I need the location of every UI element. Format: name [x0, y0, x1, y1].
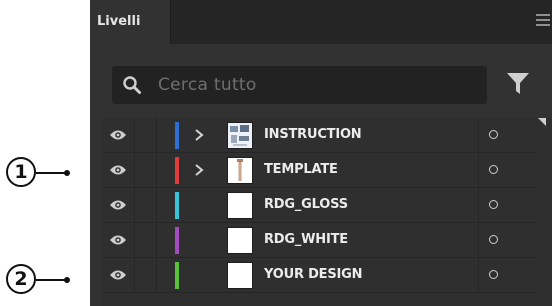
target-circle-icon[interactable] — [489, 200, 498, 209]
eye-icon — [110, 130, 126, 140]
visibility-toggle[interactable] — [102, 118, 134, 152]
chevron-right-icon[interactable] — [194, 163, 204, 177]
callout-1: 1 — [0, 156, 90, 190]
layer-name: YOUR DESIGN — [264, 267, 363, 282]
callout-2: 2 — [0, 263, 90, 297]
layer-color-bar — [175, 262, 179, 289]
layer-row[interactable]: RDG_WHITE — [102, 223, 538, 258]
target-circle-icon[interactable] — [489, 130, 498, 139]
layer-row[interactable]: RDG_GLOSS — [102, 188, 538, 223]
hamburger-menu-icon[interactable] — [536, 14, 550, 26]
panel-corner-indicator — [538, 118, 546, 126]
layer-list: INSTRUCTION TEMPLATE RDG_GLOSS RDG_WHITE… — [102, 118, 552, 306]
layer-name: INSTRUCTION — [264, 127, 362, 142]
layer-name: TEMPLATE — [264, 162, 338, 177]
visibility-toggle[interactable] — [102, 258, 134, 292]
visibility-toggle[interactable] — [102, 223, 134, 257]
layer-thumbnail — [227, 262, 253, 289]
search-input[interactable]: Cerca tutto — [112, 66, 487, 104]
tab-divider — [170, 0, 171, 44]
target-circle-icon[interactable] — [489, 235, 498, 244]
layer-color-bar — [175, 227, 179, 254]
callout-number-badge: 2 — [6, 264, 36, 294]
visibility-toggle[interactable] — [102, 188, 134, 222]
layer-thumbnail — [227, 192, 253, 219]
eye-icon — [110, 235, 126, 245]
layer-color-bar — [175, 157, 179, 184]
callout-number-badge: 1 — [6, 157, 36, 187]
tab-label: Livelli — [97, 14, 141, 29]
layer-thumbnail — [227, 157, 253, 184]
panel-tab-bar: Livelli — [90, 0, 552, 44]
layer-name: RDG_GLOSS — [264, 197, 348, 212]
layer-row[interactable]: YOUR DESIGN — [102, 258, 538, 293]
eye-icon — [110, 200, 126, 210]
chevron-right-icon[interactable] — [194, 128, 204, 142]
filter-icon[interactable] — [507, 72, 529, 96]
layer-color-bar — [175, 192, 179, 219]
search-placeholder: Cerca tutto — [158, 75, 257, 95]
visibility-toggle[interactable] — [102, 153, 134, 187]
layer-color-bar — [175, 122, 179, 149]
eye-icon — [110, 165, 126, 175]
layer-thumbnail — [227, 122, 253, 149]
layer-thumbnail — [227, 227, 253, 254]
target-circle-icon[interactable] — [489, 165, 498, 174]
eye-icon — [110, 270, 126, 280]
layer-row[interactable]: INSTRUCTION — [102, 118, 538, 153]
target-circle-icon[interactable] — [489, 270, 498, 279]
tab-livelli[interactable]: Livelli — [90, 0, 170, 44]
search-icon — [123, 76, 141, 94]
layer-name: RDG_WHITE — [264, 232, 348, 247]
layer-row[interactable]: TEMPLATE — [102, 153, 538, 188]
layers-panel: Livelli Cerca tutto INSTRUCTION TEMPLATE… — [90, 0, 552, 306]
